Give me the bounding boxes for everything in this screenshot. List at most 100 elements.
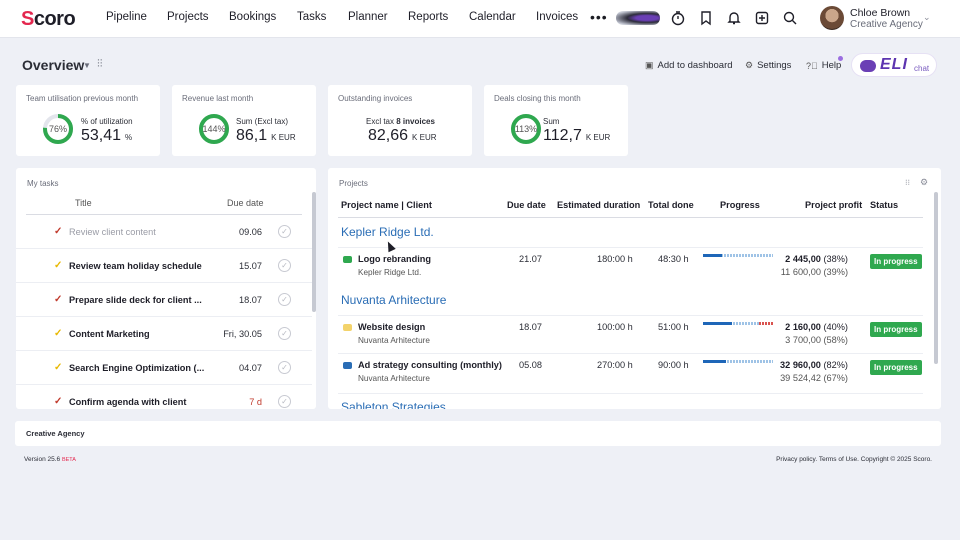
task-title[interactable]: Review team holiday schedule [69,261,202,271]
help-button[interactable]: ?⃝ Help [806,60,841,71]
copyright-links[interactable]: Privacy policy. Terms of Use. Copyright … [776,456,932,463]
kpi-card-deals-closing[interactable]: Deals closing this month 113% Sum 112,7 K… [484,85,628,156]
projects-scrollbar[interactable] [934,192,938,364]
complete-task-icon[interactable]: ✓ [278,293,291,306]
task-title[interactable]: Content Marketing [69,329,150,339]
task-row[interactable]: ✓ Search Engine Optimization (... 04.07 … [16,351,312,385]
progress-bar-fill [703,254,722,257]
client-group-header[interactable]: Nuvanta Arhitecture [341,293,446,307]
project-profit: 2 445,00 (38%) [785,254,848,264]
task-due-date: 7 d [249,397,262,407]
eli-assistant-icon[interactable] [616,11,660,25]
complete-task-icon[interactable]: ✓ [278,361,291,374]
tasks-scrollbar[interactable] [312,192,316,312]
gear-icon: ⚙ [745,60,754,70]
project-name[interactable]: Website design [358,322,425,332]
task-priority-check-icon: ✓ [54,362,63,373]
task-row[interactable]: ✓ Review client content 09.06 ✓ [16,215,312,249]
bell-icon[interactable] [726,10,742,26]
project-row[interactable]: Logo rebranding Kepler Ridge Ltd. 21.07 … [338,247,923,285]
filter-sliders-icon[interactable]: ⫶⫶ [97,58,103,71]
settings-button[interactable]: ⚙ Settings [745,60,791,71]
panel-settings-gear-icon[interactable]: ⚙ [920,177,928,188]
column-header-due-date[interactable]: Due date [507,200,546,210]
kpi-unit: % [125,133,133,142]
project-row[interactable]: Ad strategy consulting (monthly) Nuvanta… [338,353,923,391]
kpi-number: 82,66 [368,127,409,144]
add-to-dashboard-label: Add to dashboard [657,60,733,71]
column-header-project-name[interactable]: Project name | Client [341,200,432,210]
kpi-card-revenue[interactable]: Revenue last month 144% Sum (Excl tax) 8… [172,85,316,156]
task-row[interactable]: ✓ Content Marketing Fri, 30.05 ✓ [16,317,312,351]
eli-chat-label: chat [914,64,930,73]
status-badge[interactable]: In progress [870,360,922,375]
task-title[interactable]: Review client content [69,227,156,237]
search-icon[interactable] [782,10,798,26]
add-icon[interactable] [754,10,770,26]
user-avatar[interactable] [820,6,844,30]
client-group-header[interactable]: Kepler Ridge Ltd. [341,225,434,239]
column-header-progress[interactable]: Progress [720,200,760,210]
status-badge[interactable]: In progress [870,254,922,269]
more-menu-icon[interactable]: ••• [590,9,608,25]
task-title[interactable]: Search Engine Optimization (... [69,363,204,373]
kpi-card-outstanding-invoices[interactable]: Outstanding invoices Excl tax 8 invoices… [328,85,472,156]
timer-icon[interactable] [670,10,686,26]
complete-task-icon[interactable]: ✓ [278,327,291,340]
footer-company: Creative Agency [26,429,85,438]
nav-projects[interactable]: Projects [167,11,209,23]
project-name[interactable]: Ad strategy consulting (monthly) [358,360,502,370]
column-header-title[interactable]: Title [75,198,92,208]
progress-bar [703,254,773,257]
kpi-value: 112,7 K EUR [543,127,610,145]
caret-down-icon[interactable]: ▼ [83,61,91,70]
kpi-number: 86,1 [236,127,268,144]
task-due-date: Fri, 30.05 [223,329,262,339]
eli-label: ELI [880,56,908,73]
task-title[interactable]: Prepare slide deck for client ... [69,295,202,305]
nav-reports[interactable]: Reports [408,11,448,23]
complete-task-icon[interactable]: ✓ [278,395,291,408]
status-badge[interactable]: In progress [870,322,922,337]
nav-pipeline[interactable]: Pipeline [106,11,147,23]
ring-percent: 113% [514,124,538,134]
task-row[interactable]: ✓ Prepare slide deck for client ... 18.0… [16,283,312,317]
nav-tasks[interactable]: Tasks [297,11,326,23]
task-title[interactable]: Confirm agenda with client [69,397,186,407]
bookmark-icon[interactable] [698,10,714,26]
task-row[interactable]: ✓ Confirm agenda with client 7 d ✓ [16,385,312,409]
project-name[interactable]: Logo rebranding [358,254,431,264]
help-icon: ?⃝ [806,60,818,71]
kpi-card-team-utilisation[interactable]: Team utilisation previous month 76% % of… [16,85,160,156]
column-header-total-done[interactable]: Total done [648,200,694,210]
nav-invoices[interactable]: Invoices [536,11,578,23]
page-title[interactable]: Overview [22,57,84,73]
column-header-status[interactable]: Status [870,200,898,210]
scoro-logo[interactable]: Scoro [21,8,76,31]
kpi-unit: K EUR [585,133,611,142]
complete-task-icon[interactable]: ✓ [278,259,291,272]
eli-chat-button[interactable]: ELI chat [851,53,937,77]
add-to-dashboard-button[interactable]: ▣ Add to dashboard [645,60,733,71]
drag-handle-icon[interactable]: ⁝⁝ [905,178,910,187]
task-row[interactable]: ✓ Review team holiday schedule 15.07 ✓ [16,249,312,283]
project-estimated-duration: 180:00 h [597,254,633,264]
project-profit: 32 960,00 (82%) [780,360,848,370]
kpi-number: 53,41 [81,127,122,144]
column-header-due-date[interactable]: Due date [227,198,264,208]
nav-bookings[interactable]: Bookings [229,11,276,23]
nav-calendar[interactable]: Calendar [469,11,516,23]
column-header-estimated-duration[interactable]: Estimated duration [557,200,640,210]
project-profit-planned: 3 700,00 (58%) [785,335,848,345]
chevron-down-icon[interactable]: ⌄ [923,12,931,23]
project-row[interactable]: Website design Nuvanta Arhitecture 18.07… [338,315,923,353]
complete-task-icon[interactable]: ✓ [278,225,291,238]
project-client: Nuvanta Arhitecture [358,336,430,345]
column-header-project-profit[interactable]: Project profit [805,200,862,210]
user-name[interactable]: Chloe Brown [850,7,910,19]
nav-planner[interactable]: Planner [348,11,388,23]
progress-bar-fill [703,322,733,325]
client-group-header[interactable]: Sableton Strategies [341,400,446,409]
progress-bar [703,322,773,325]
task-due-date: 04.07 [239,363,262,373]
